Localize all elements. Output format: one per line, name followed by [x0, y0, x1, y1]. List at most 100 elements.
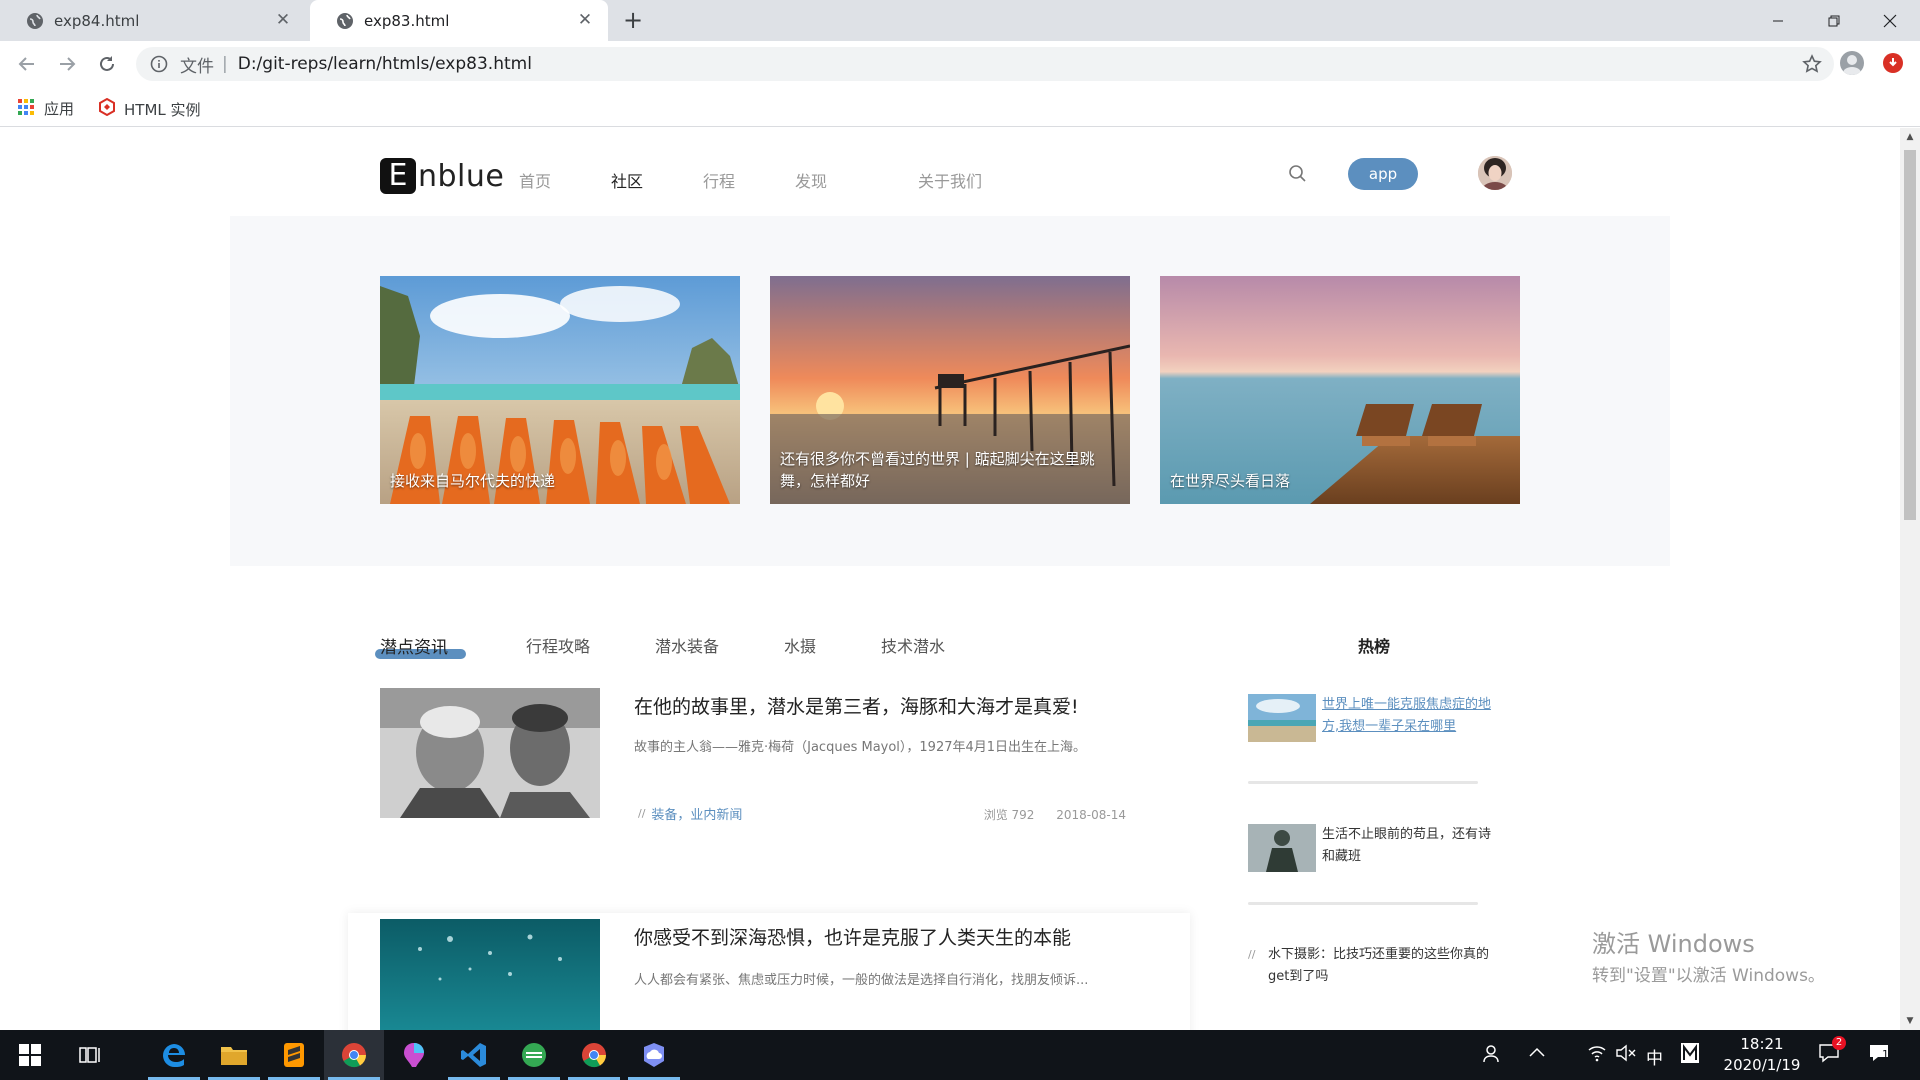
- close-icon[interactable]: ✕: [274, 11, 292, 29]
- quote-marks-icon: //: [1248, 948, 1256, 961]
- scheme-separator: |: [222, 54, 228, 74]
- feature-card[interactable]: 在世界尽头看日落: [1160, 276, 1520, 504]
- article-tags: // 装备，业内新闻: [638, 804, 742, 823]
- watermark-line2: 转到"设置"以激活 Windows。: [1592, 966, 1825, 986]
- chrome-secondary-icon[interactable]: [564, 1030, 624, 1080]
- close-icon[interactable]: ✕: [576, 11, 594, 29]
- hot-list-title: 热榜: [1358, 637, 1391, 656]
- nav-community[interactable]: 社区: [611, 168, 643, 192]
- feature-card[interactable]: 还有很多你不曾看过的世界 | 踮起脚尖在这里跳舞，怎样都好: [770, 276, 1130, 504]
- new-tab-button[interactable]: +: [623, 7, 643, 33]
- paint-3d-icon[interactable]: [384, 1030, 444, 1080]
- ime-mode-icon[interactable]: [1680, 1042, 1700, 1069]
- info-icon[interactable]: [150, 55, 168, 73]
- hot-list-item[interactable]: // 水下摄影：比技巧还重要的这些你真的get到了吗: [1248, 944, 1508, 1004]
- address-bar[interactable]: 文件 | D:/git-reps/learn/htmls/exp83.html: [136, 47, 1834, 81]
- hot-list-item[interactable]: 世界上唯一能克服焦虑症的地方,我想一辈子呆在哪里: [1248, 694, 1508, 754]
- activation-watermark: 激活 Windows 转到"设置"以激活 Windows。: [1592, 924, 1825, 986]
- nav-home[interactable]: 首页: [519, 168, 551, 192]
- reload-icon[interactable]: [94, 51, 120, 77]
- bookmark-apps[interactable]: 应用: [18, 98, 74, 119]
- user-avatar[interactable]: [1478, 156, 1512, 190]
- hot-list-item[interactable]: 生活不止眼前的苟且，还有诗和藏班: [1248, 824, 1508, 884]
- clock-time: 18:21: [1740, 1035, 1784, 1053]
- hot-thumbnail[interactable]: [1248, 694, 1316, 742]
- page-scrollbar[interactable]: ▲ ▼: [1900, 128, 1920, 1030]
- tab-tech-diving[interactable]: 技术潜水: [881, 633, 945, 657]
- feature-card-caption: 接收来自马尔代夫的快递: [390, 472, 556, 490]
- scroll-up-icon[interactable]: ▲: [1905, 132, 1915, 142]
- green-app-icon[interactable]: [504, 1030, 564, 1080]
- url-text[interactable]: D:/git-reps/learn/htmls/exp83.html: [238, 54, 532, 74]
- hot-text[interactable]: 水下摄影：比技巧还重要的这些你真的get到了吗: [1268, 944, 1500, 988]
- nav-about[interactable]: 关于我们: [918, 168, 982, 192]
- tab-exp83[interactable]: exp83.html ✕: [310, 0, 608, 41]
- tab-underwater-photo[interactable]: 水摄: [784, 633, 816, 657]
- feature-card-caption: 还有很多你不曾看过的世界 | 踮起脚尖在这里跳舞，怎样都好: [780, 450, 1095, 490]
- nav-discover[interactable]: 发现: [795, 168, 827, 192]
- article-views: 浏览 792: [983, 808, 1035, 822]
- restore-button[interactable]: [1806, 0, 1862, 41]
- cloud-app-icon[interactable]: [624, 1030, 684, 1080]
- feature-card-caption: 在世界尽头看日落: [1170, 472, 1291, 490]
- tab-exp84[interactable]: exp84.html ✕: [0, 0, 306, 41]
- wifi-icon[interactable]: [1588, 1044, 1606, 1067]
- browser-tab-strip: exp84.html ✕ exp83.html ✕ +: [0, 0, 1920, 41]
- people-icon[interactable]: [1482, 1044, 1502, 1069]
- logo-word: nblue: [418, 158, 505, 194]
- hot-thumbnail[interactable]: [1248, 824, 1316, 872]
- scrollbar-thumb[interactable]: [1904, 150, 1916, 520]
- minimize-button[interactable]: [1750, 0, 1806, 41]
- extension-icon[interactable]: [1883, 53, 1903, 73]
- divider: [1248, 902, 1478, 905]
- tab-trip-guides[interactable]: 行程攻略: [526, 633, 590, 657]
- browser-toolbar: 文件 | D:/git-reps/learn/htmls/exp83.html: [0, 41, 1920, 87]
- nav-trips[interactable]: 行程: [703, 168, 735, 192]
- vscode-icon[interactable]: [444, 1030, 504, 1080]
- article-title[interactable]: 你感受不到深海恐惧，也许是克服了人类天生的本能: [634, 923, 1071, 950]
- chevron-up-icon[interactable]: [1528, 1044, 1546, 1067]
- globe-icon: [26, 12, 44, 30]
- bookmark-html-example[interactable]: HTML 实例: [98, 97, 201, 120]
- bookmark-label: HTML 实例: [124, 100, 201, 119]
- scroll-down-icon[interactable]: ▼: [1905, 1016, 1915, 1026]
- app-button[interactable]: app: [1348, 158, 1418, 190]
- profile-avatar-icon[interactable]: [1840, 51, 1864, 75]
- article-title[interactable]: 在他的故事里，潜水是第三者，海豚和大海才是真爱!: [634, 692, 1079, 719]
- hot-link[interactable]: 世界上唯一能克服焦虑症的地方,我想一辈子呆在哪里: [1322, 694, 1502, 738]
- tab-dive-gear[interactable]: 潜水装备: [655, 633, 719, 657]
- article-date: 2018-08-14: [1056, 808, 1126, 822]
- feature-card[interactable]: 接收来自马尔代夫的快递: [380, 276, 740, 504]
- sublime-text-icon[interactable]: [264, 1030, 324, 1080]
- article-item[interactable]: 你感受不到深海恐惧，也许是克服了人类天生的本能 人人都会有紧张、焦虑或压力时候，…: [348, 913, 1190, 1030]
- task-view-icon[interactable]: [60, 1030, 120, 1080]
- notification-badge: 2: [1832, 1036, 1846, 1050]
- file-explorer-icon[interactable]: [204, 1030, 264, 1080]
- apps-grid-icon: [18, 98, 34, 119]
- volume-muted-icon[interactable]: [1616, 1044, 1636, 1067]
- system-clock[interactable]: 18:21 2020/1/19: [1712, 1034, 1812, 1076]
- hot-text[interactable]: 生活不止眼前的苟且，还有诗和藏班: [1322, 824, 1502, 868]
- edge-icon[interactable]: [144, 1030, 204, 1080]
- window-close-button[interactable]: [1862, 0, 1918, 41]
- site-logo[interactable]: E nblue: [380, 158, 504, 194]
- tab-dive-news[interactable]: 潜点资讯: [380, 633, 448, 658]
- bookmark-label: 应用: [44, 100, 75, 118]
- article-item[interactable]: 在他的故事里，潜水是第三者，海豚和大海才是真爱! 故事的主人翁——雅克·梅荷（J…: [348, 688, 1190, 858]
- action-center-icon[interactable]: 1: [1868, 1042, 1892, 1069]
- article-tag-links[interactable]: 装备，业内新闻: [651, 804, 742, 823]
- search-icon[interactable]: [1288, 164, 1308, 188]
- article-thumbnail[interactable]: [380, 688, 600, 818]
- star-icon[interactable]: [1802, 54, 1822, 79]
- article-thumbnail[interactable]: [380, 919, 600, 1030]
- ime-indicator[interactable]: 中: [1646, 1044, 1663, 1069]
- clock-date: 2020/1/19: [1723, 1056, 1801, 1074]
- divider: [1248, 781, 1478, 784]
- notification-icon[interactable]: 2: [1818, 1036, 1846, 1069]
- feature-banner: 接收来自马尔代夫的快递 还有很多你不曾看过的世界 | 踮起脚尖在这里跳舞，怎样都…: [230, 216, 1670, 566]
- chrome-icon[interactable]: [324, 1030, 384, 1080]
- forward-icon[interactable]: [54, 51, 80, 77]
- windows-start-icon[interactable]: [0, 1030, 60, 1080]
- watermark-line1: 激活 Windows: [1592, 930, 1755, 958]
- back-icon[interactable]: [14, 51, 40, 77]
